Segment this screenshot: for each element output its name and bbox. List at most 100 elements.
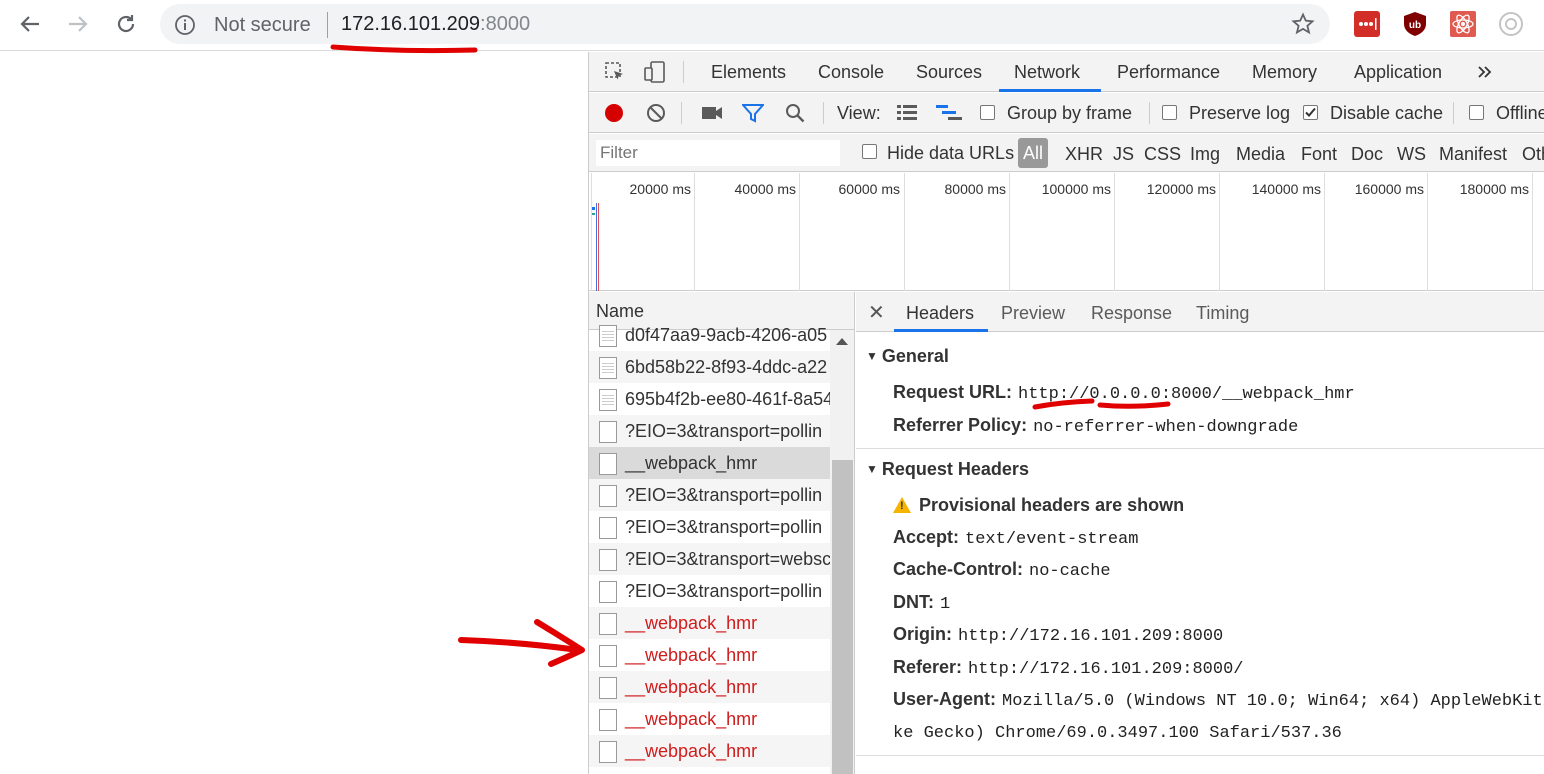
request-row[interactable]: __webpack_hmr: [589, 447, 830, 479]
file-icon: [599, 581, 617, 603]
tab-elements[interactable]: Elements: [711, 62, 786, 83]
scroll-thumb[interactable]: [832, 460, 853, 774]
file-icon: [599, 741, 617, 763]
back-arrow-icon: [20, 16, 39, 32]
request-name: ?EIO=3&transport=pollin: [625, 517, 823, 537]
type-filter-media[interactable]: Media: [1236, 144, 1285, 165]
request-row[interactable]: __webpack_hmr: [589, 735, 830, 767]
tab-response[interactable]: Response: [1091, 303, 1172, 324]
timeline-gridline: [1114, 173, 1115, 291]
request-name: 695b4f2b-ee80-461f-8a54: [625, 389, 830, 409]
filter-input[interactable]: [596, 140, 840, 166]
type-filter-other[interactable]: Other: [1522, 144, 1544, 165]
waterfall-overview-icon[interactable]: [936, 104, 964, 122]
close-details-icon[interactable]: ✕: [868, 300, 885, 325]
record-icon[interactable]: [604, 103, 624, 123]
request-row[interactable]: __webpack_hmr: [589, 607, 830, 639]
request-list: Name d0f47aa9-9acb-4206-a05 6bd58b22-8f93…: [589, 292, 855, 774]
disable-cache-label[interactable]: Disable cache: [1330, 103, 1443, 124]
preserve-log-label[interactable]: Preserve log: [1189, 103, 1290, 124]
screenshot-camera-icon[interactable]: [701, 104, 723, 122]
group-by-frame-label[interactable]: Group by frame: [1007, 103, 1132, 124]
scroll-up-arrow-icon[interactable]: [836, 338, 848, 345]
request-row[interactable]: __webpack_hmr: [589, 671, 830, 703]
forward-button[interactable]: [63, 9, 93, 39]
react-devtools-extension-icon[interactable]: [1450, 11, 1476, 37]
type-filter-xhr[interactable]: XHR: [1065, 144, 1103, 165]
tab-preview[interactable]: Preview: [1001, 303, 1065, 324]
tab-console[interactable]: Console: [818, 62, 884, 83]
search-icon[interactable]: [785, 103, 805, 123]
offline-checkbox[interactable]: [1469, 105, 1484, 120]
request-row[interactable]: 695b4f2b-ee80-461f-8a54: [589, 383, 830, 415]
toolbar-divider: [1453, 102, 1454, 124]
request-list-scrollbar[interactable]: [830, 330, 854, 774]
url-text[interactable]: 172.16.101.209:8000: [341, 13, 530, 36]
tab-sources[interactable]: Sources: [916, 62, 982, 83]
tab-headers[interactable]: Headers: [906, 303, 974, 324]
type-filter-manifest[interactable]: Manifest: [1439, 144, 1507, 165]
request-name: __webpack_hmr: [625, 453, 758, 473]
extension-circle-icon[interactable]: [1498, 11, 1524, 37]
warning-icon: [893, 497, 911, 513]
filter-funnel-icon[interactable]: [742, 103, 764, 123]
group-by-frame-checkbox[interactable]: [980, 105, 995, 120]
bookmark-star-icon[interactable]: [1291, 12, 1315, 36]
tab-timing[interactable]: Timing: [1196, 303, 1249, 324]
request-row[interactable]: ?EIO=3&transport=pollin: [589, 575, 830, 607]
type-filter-ws[interactable]: WS: [1397, 144, 1426, 165]
svg-text:ub: ub: [1409, 20, 1421, 31]
request-row[interactable]: __webpack_hmr: [589, 639, 830, 671]
checkmark-icon: [1305, 107, 1316, 117]
file-icon: [599, 421, 617, 443]
timeline-tick-label: 100000 ms: [1041, 181, 1111, 197]
large-rows-icon[interactable]: [897, 104, 917, 122]
offline-label[interactable]: Offline: [1496, 103, 1544, 124]
timeline-gridline: [1427, 173, 1428, 291]
preserve-log-checkbox[interactable]: [1162, 105, 1177, 120]
general-section-toggle[interactable]: ▼ General: [866, 346, 949, 367]
request-row[interactable]: ?EIO=3&transport=pollin: [589, 479, 830, 511]
type-filter-img[interactable]: Img: [1190, 144, 1220, 165]
header-row-origin: Origin: http://172.16.101.209:8000: [893, 624, 1224, 646]
more-tabs-chevron-icon[interactable]: [1476, 64, 1492, 80]
reload-button[interactable]: [111, 9, 141, 39]
timeline-gridline: [1324, 173, 1325, 291]
ublock-extension-icon[interactable]: ub: [1402, 11, 1428, 37]
device-toolbar-icon[interactable]: [644, 60, 666, 84]
type-filter-all[interactable]: All: [1018, 138, 1048, 168]
type-filter-doc[interactable]: Doc: [1351, 144, 1383, 165]
timeline-gridline: [1009, 173, 1010, 291]
timeline-tick-label: 120000 ms: [1146, 181, 1216, 197]
timeline-gridline: [799, 173, 800, 291]
request-row[interactable]: ?EIO=3&transport=pollin: [589, 415, 830, 447]
tab-memory[interactable]: Memory: [1252, 62, 1317, 83]
tab-performance[interactable]: Performance: [1117, 62, 1220, 83]
info-icon[interactable]: [174, 14, 196, 36]
request-row[interactable]: __webpack_hmr: [589, 703, 830, 735]
request-name: d0f47aa9-9acb-4206-a05: [625, 325, 828, 345]
back-button[interactable]: [15, 9, 45, 39]
request-row[interactable]: d0f47aa9-9acb-4206-a05: [589, 319, 830, 351]
hide-data-urls-label[interactable]: Hide data URLs: [887, 143, 1014, 164]
lastpass-extension-icon[interactable]: [1354, 11, 1380, 37]
clear-icon[interactable]: [646, 103, 666, 123]
security-label[interactable]: Not secure: [214, 14, 311, 37]
user-agent-continuation: ke Gecko) Chrome/69.0.3497.100 Safari/53…: [893, 724, 1342, 743]
request-row[interactable]: ?EIO=3&transport=websc: [589, 543, 830, 575]
type-filter-js[interactable]: JS: [1113, 144, 1134, 165]
type-filter-css[interactable]: CSS: [1144, 144, 1181, 165]
active-details-tab-indicator: [894, 329, 988, 332]
request-headers-section-toggle[interactable]: ▼ Request Headers: [866, 459, 1029, 480]
inspect-element-icon[interactable]: [604, 61, 626, 83]
request-row[interactable]: 6bd58b22-8f93-4ddc-a22: [589, 351, 830, 383]
network-overview-timeline[interactable]: 20000 ms 40000 ms 60000 ms 80000 ms 1000…: [589, 173, 1544, 291]
hide-data-urls-checkbox[interactable]: [862, 144, 877, 159]
address-bar[interactable]: Not secure 172.16.101.209:8000: [160, 4, 1330, 44]
type-filter-font[interactable]: Font: [1301, 144, 1337, 165]
tab-network[interactable]: Network: [1014, 62, 1080, 83]
file-icon: [599, 453, 617, 475]
disable-cache-checkbox[interactable]: [1303, 105, 1318, 120]
tab-application[interactable]: Application: [1354, 62, 1442, 83]
request-row[interactable]: ?EIO=3&transport=pollin: [589, 511, 830, 543]
